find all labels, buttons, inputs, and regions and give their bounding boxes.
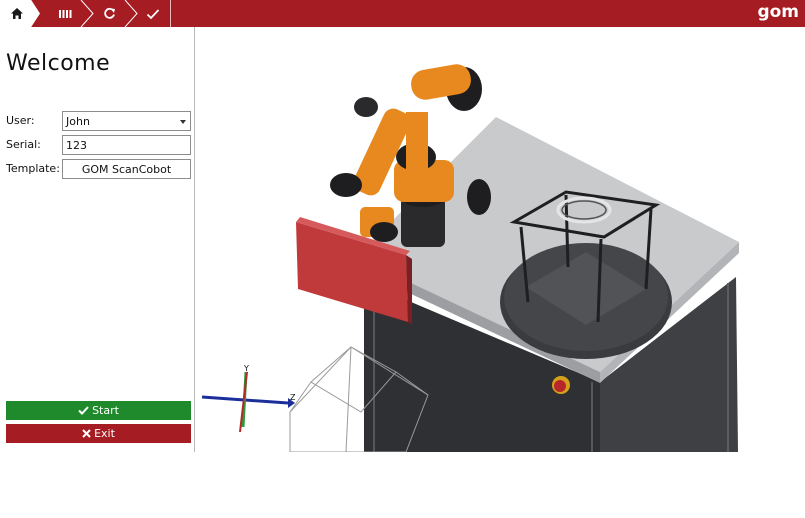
home-crumb[interactable]	[0, 0, 40, 27]
axis-label-y: Y	[243, 364, 249, 373]
exit-label: Exit	[94, 427, 115, 440]
crumb-separator	[124, 0, 138, 27]
chevron-down-icon	[180, 120, 186, 124]
template-button[interactable]: GOM ScanCobot	[62, 159, 191, 179]
check-icon	[146, 8, 160, 19]
page-title: Welcome	[6, 51, 111, 76]
serial-value: 123	[66, 139, 87, 152]
user-dropdown[interactable]: John	[62, 111, 191, 131]
check-crumb[interactable]	[138, 0, 168, 27]
brand-logo: gom	[757, 2, 799, 22]
start-label: Start	[92, 404, 119, 417]
bars-crumb[interactable]	[50, 0, 80, 27]
bars-icon	[59, 9, 72, 18]
user-label: User:	[6, 114, 35, 127]
start-button[interactable]: Start	[6, 401, 191, 420]
axis-gizmo: Z Y	[201, 364, 296, 433]
close-icon	[82, 429, 91, 438]
serial-label: Serial:	[6, 138, 41, 151]
crumb-separator	[80, 0, 94, 27]
serial-row: Serial: 123	[6, 135, 192, 155]
axis-label-z: Z	[290, 393, 296, 402]
top-bar: gom	[0, 0, 805, 27]
left-panel: Welcome User: John Serial: 123 Template:…	[0, 27, 195, 452]
user-value: John	[66, 115, 90, 128]
check-icon	[78, 406, 89, 415]
topbar-divider	[170, 0, 171, 27]
home-icon	[11, 8, 23, 19]
app-window: gom Welcome User: John Serial: 123 Templ…	[0, 0, 805, 452]
template-value: GOM ScanCobot	[81, 163, 172, 176]
serial-input[interactable]: 123	[62, 135, 191, 155]
scene-render: Z Y	[201, 64, 739, 452]
3d-viewport[interactable]: Z Y	[196, 27, 805, 452]
refresh-icon	[103, 7, 115, 19]
user-row: User: John	[6, 111, 192, 131]
template-label: Template:	[6, 162, 60, 175]
refresh-crumb[interactable]	[94, 0, 124, 27]
template-row: Template: GOM ScanCobot	[6, 159, 192, 179]
exit-button[interactable]: Exit	[6, 424, 191, 443]
